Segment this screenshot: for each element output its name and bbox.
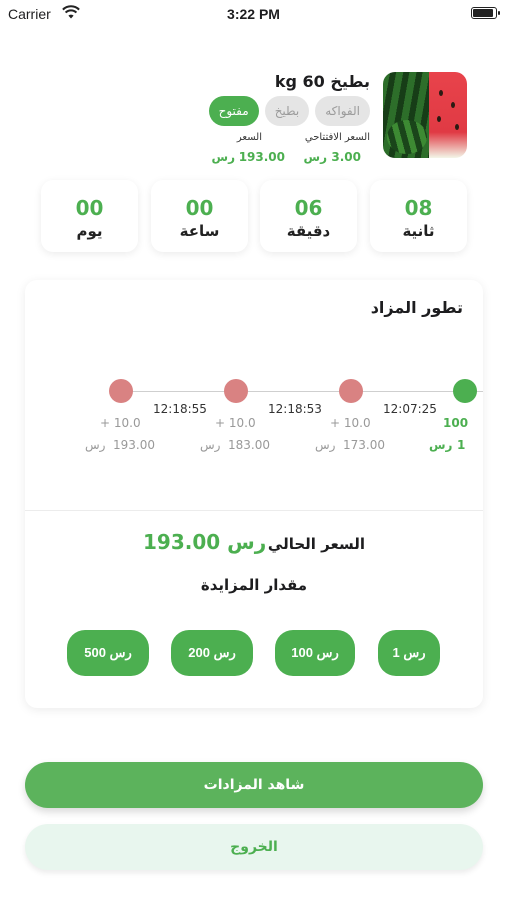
countdown-seconds-value: 08 — [404, 196, 433, 220]
timeline-currency: رس — [315, 438, 336, 452]
auction-card: تطور المزاد 12:18:55 + 10.0 رس 193.00 12… — [25, 280, 483, 708]
bid-option-100[interactable]: 100 رس — [275, 630, 355, 676]
current-price-currency: رس — [227, 530, 267, 554]
opening-price-value: 3.00 — [331, 150, 361, 164]
timeline-increment: + 10.0 — [330, 416, 371, 430]
tag-subcategory[interactable]: بطيخ — [264, 96, 310, 126]
countdown-hours-label: ساعة — [179, 222, 220, 240]
timeline-price: 1 — [457, 438, 466, 452]
timeline-dot — [339, 379, 363, 403]
battery-icon — [471, 7, 500, 19]
timeline-currency: رس — [429, 438, 453, 452]
auction-title: تطور المزاد — [370, 298, 463, 317]
timeline-line — [121, 391, 483, 392]
opening-price-currency: رس — [303, 150, 327, 164]
countdown-minutes-label: دقيقة — [286, 222, 331, 240]
current-price-value: رس 193.00 — [143, 530, 266, 554]
status-bar: Carrier 3:22 PM — [0, 0, 507, 30]
countdown-minutes-value: 06 — [294, 196, 323, 220]
timeline-increment: + 10.0 — [100, 416, 141, 430]
view-auctions-button[interactable]: شاهد المزادات — [25, 762, 483, 808]
card-divider — [25, 510, 483, 511]
tag-category[interactable]: الفواكه — [315, 96, 370, 126]
countdown-hours-value: 00 — [185, 196, 214, 220]
timeline-price: 193.00 — [113, 438, 155, 452]
countdown-seconds: 08 ثانية — [370, 180, 467, 252]
timeline-time: 12:18:53 — [268, 402, 322, 416]
current-price-label: السعر الحالي — [267, 535, 365, 553]
countdown-days-label: يوم — [76, 222, 103, 240]
timeline-currency: رس — [85, 438, 106, 452]
clock: 3:22 PM — [227, 6, 280, 22]
product-image — [383, 72, 467, 158]
product-tags: الفواكه بطيخ مفتوح — [208, 96, 370, 126]
timeline-time: 12:07:25 — [383, 402, 437, 416]
current-price-amount: 193.00 — [143, 530, 221, 554]
bid-option-1[interactable]: 1 رس — [378, 630, 440, 676]
timeline-dot — [224, 379, 248, 403]
tag-status[interactable]: مفتوح — [208, 96, 259, 126]
timeline-price: 173.00 — [343, 438, 385, 452]
countdown-hours: 00 ساعة — [151, 180, 248, 252]
bid-amount-label: مقدار المزايدة — [200, 576, 308, 594]
timeline-time: 12:18:55 — [153, 402, 207, 416]
price-label: السعر — [236, 132, 262, 143]
timeline-currency: رس — [200, 438, 221, 452]
product-title: بطيخ 60 kg — [274, 72, 370, 91]
exit-button[interactable]: الخروج — [25, 824, 483, 870]
countdown-days-value: 00 — [75, 196, 104, 220]
timeline-increment: 100 — [443, 416, 469, 430]
price-currency: رس — [211, 150, 235, 164]
price-value: 193.00 — [238, 150, 285, 164]
bid-option-200[interactable]: 200 رس — [171, 630, 253, 676]
bid-option-500[interactable]: 500 رس — [67, 630, 149, 676]
countdown-days: 00 يوم — [41, 180, 138, 252]
timeline-dot — [109, 379, 133, 403]
countdown-minutes: 06 دقيقة — [260, 180, 357, 252]
opening-price-label: السعر الافتتاحي — [304, 132, 370, 143]
countdown-seconds-label: ثانية — [402, 222, 435, 240]
timeline-price: 183.00 — [228, 438, 270, 452]
timeline-increment: + 10.0 — [215, 416, 256, 430]
timeline-dot-latest — [453, 379, 477, 403]
